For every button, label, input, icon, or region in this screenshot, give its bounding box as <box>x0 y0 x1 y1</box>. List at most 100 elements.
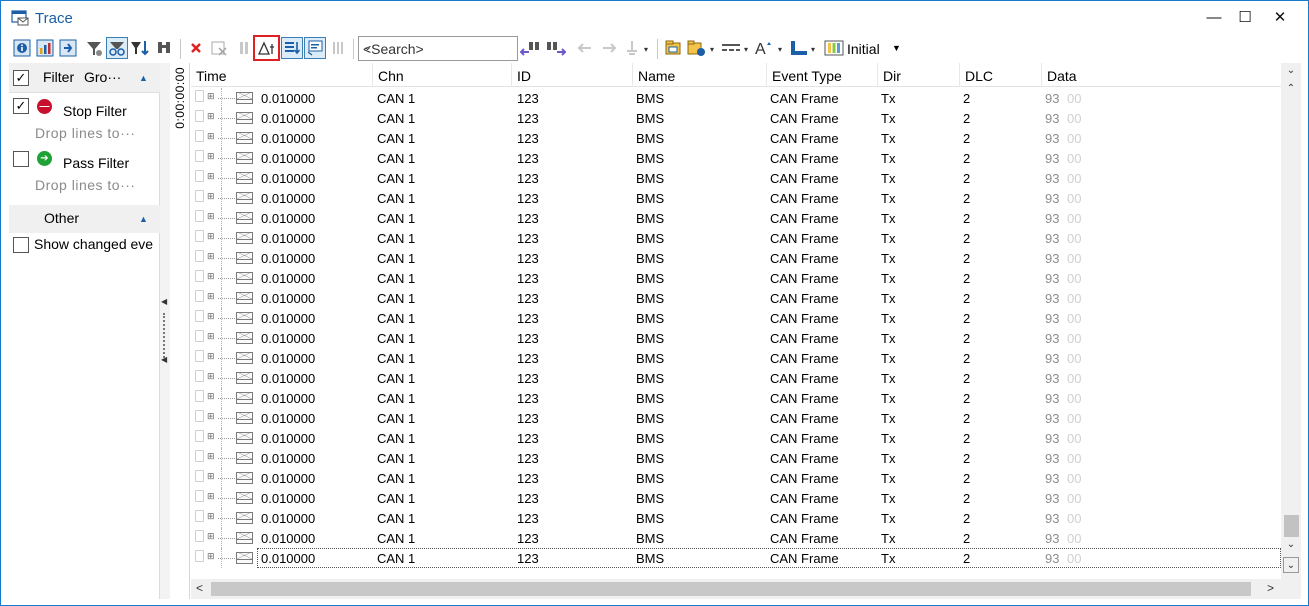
open-folder-icon[interactable] <box>686 37 708 59</box>
horizontal-scroll-thumb[interactable] <box>211 582 1251 596</box>
show-changed-checkbox[interactable] <box>13 237 29 253</box>
table-row[interactable]: ⊞ 0.010000 CAN 1 123 BMS CAN Frame Tx 2 93 00 <box>191 528 1281 548</box>
splitter-grip[interactable] <box>163 313 165 361</box>
stop-filter-label[interactable]: Stop Filter <box>63 103 127 119</box>
row-marker-icon[interactable] <box>195 270 204 282</box>
row-marker-icon[interactable] <box>195 390 204 402</box>
expand-icon[interactable]: ⊞ <box>207 531 215 542</box>
row-marker-icon[interactable] <box>195 130 204 142</box>
table-row[interactable]: ⊞ 0.010000 CAN 1 123 BMS CAN Frame Tx 2 93 00 <box>191 328 1281 348</box>
row-marker-icon[interactable] <box>195 90 204 102</box>
layout-dropdown-icon[interactable]: ▾ <box>811 45 815 54</box>
expand-icon[interactable]: ⊞ <box>207 471 215 482</box>
table-row[interactable]: ⊞ 0.010000 CAN 1 123 BMS CAN Frame Tx 2 93 00 <box>191 288 1281 308</box>
table-row[interactable]: ⊞ 0.010000 CAN 1 123 BMS CAN Frame Tx 2 93 00 <box>191 88 1281 108</box>
row-marker-icon[interactable] <box>195 350 204 362</box>
expand-icon[interactable]: ⊞ <box>207 451 215 462</box>
row-marker-icon[interactable] <box>195 250 204 262</box>
view-selector-label[interactable]: Initial <box>847 41 880 57</box>
table-row[interactable]: ⊞ 0.010000 CAN 1 123 BMS CAN Frame Tx 2 93 00 <box>191 248 1281 268</box>
pause-icon[interactable] <box>233 37 255 59</box>
detail-view-icon[interactable] <box>304 37 326 59</box>
row-marker-icon[interactable] <box>195 290 204 302</box>
row-marker-icon[interactable] <box>195 450 204 462</box>
vertical-scrollbar[interactable]: ⌄ ⌃ ⌄ ⌄ <box>1281 63 1301 579</box>
scroll-bottom-icon[interactable]: ⌄ <box>1283 557 1299 573</box>
filter-funnel-icon[interactable] <box>83 37 105 59</box>
folder-dropdown-icon[interactable]: ▾ <box>710 45 714 54</box>
arrow-left-icon[interactable] <box>574 37 596 59</box>
column-layout-icon[interactable] <box>328 37 350 59</box>
maximize-button[interactable]: ☐ <box>1228 1 1262 33</box>
separator-line-icon[interactable] <box>720 37 742 59</box>
row-marker-icon[interactable] <box>195 410 204 422</box>
font-dropdown-icon[interactable]: ▾ <box>778 45 782 54</box>
search-input[interactable]: <Search> ⌄ <box>358 36 518 61</box>
row-marker-icon[interactable] <box>195 470 204 482</box>
pass-filter-label[interactable]: Pass Filter <box>63 155 129 171</box>
row-marker-icon[interactable] <box>195 170 204 182</box>
color-columns-icon[interactable] <box>823 37 845 59</box>
chevron-down-icon[interactable]: ⌄ <box>363 40 513 53</box>
row-marker-icon[interactable] <box>195 430 204 442</box>
expand-icon[interactable]: ⊞ <box>207 311 215 322</box>
sort-filter-icon[interactable] <box>129 37 151 59</box>
expand-icon[interactable]: ⊞ <box>207 271 215 282</box>
expand-icon[interactable]: ⊞ <box>207 131 215 142</box>
panel-splitter[interactable]: ◀ ◀ <box>160 63 170 599</box>
delta-time-icon[interactable] <box>253 35 280 61</box>
binoculars-icon[interactable] <box>153 37 175 59</box>
scroll-up-icon[interactable]: ⌃ <box>1283 81 1299 97</box>
column-header-chn[interactable]: Chn <box>373 63 512 87</box>
table-row[interactable]: ⊞ 0.010000 CAN 1 123 BMS CAN Frame Tx 2 93 00 <box>191 208 1281 228</box>
row-marker-icon[interactable] <box>195 190 204 202</box>
filter-view-icon[interactable] <box>106 37 128 59</box>
expand-icon[interactable]: ⊞ <box>207 351 215 362</box>
column-header-dir[interactable]: Dir <box>878 63 960 87</box>
splitter-left-arrow-icon[interactable]: ◀ <box>161 297 167 306</box>
expand-icon[interactable]: ⊞ <box>207 111 215 122</box>
column-header-name[interactable]: Name <box>633 63 767 87</box>
table-row[interactable]: ⊞ 0.010000 CAN 1 123 BMS CAN Frame Tx 2 93 00 <box>191 368 1281 388</box>
import-icon[interactable] <box>57 37 79 59</box>
expand-icon[interactable]: ⊞ <box>207 511 215 522</box>
column-header-dlc[interactable]: DLC <box>960 63 1042 87</box>
expand-icon[interactable]: ⊞ <box>207 231 215 242</box>
collapse-up-icon[interactable]: ▲︎ <box>139 73 148 83</box>
table-row[interactable]: ⊞ 0.010000 CAN 1 123 BMS CAN Frame Tx 2 93 00 <box>191 188 1281 208</box>
filter-enable-checkbox[interactable]: ✓ <box>13 70 29 86</box>
scroll-left-icon[interactable]: < <box>196 581 203 595</box>
find-previous-icon[interactable] <box>520 37 542 59</box>
row-marker-icon[interactable] <box>195 330 204 342</box>
clear-icon[interactable] <box>185 37 207 59</box>
horizontal-scrollbar[interactable]: < > <box>191 579 1281 599</box>
close-button[interactable]: ✕ <box>1263 1 1297 33</box>
table-row[interactable]: ⊞ 0.010000 CAN 1 123 BMS CAN Frame Tx 2 93 00 <box>191 388 1281 408</box>
table-row[interactable]: ⊞ 0.010000 CAN 1 123 BMS CAN Frame Tx 2 93 00 <box>191 348 1281 368</box>
separator-dropdown-icon[interactable]: ▾ <box>744 45 748 54</box>
column-header-id[interactable]: ID <box>512 63 633 87</box>
column-header-data[interactable]: Data <box>1042 63 1281 87</box>
vertical-scroll-thumb[interactable] <box>1284 515 1299 537</box>
table-row[interactable]: ⊞ 0.010000 CAN 1 123 BMS CAN Frame Tx 2 93 00 <box>191 508 1281 528</box>
find-next-icon[interactable] <box>545 37 567 59</box>
row-marker-icon[interactable] <box>195 210 204 222</box>
show-changed-label[interactable]: Show changed eve <box>34 236 153 252</box>
expand-icon[interactable]: ⊞ <box>207 491 215 502</box>
table-row[interactable]: ⊞ 0.010000 CAN 1 123 BMS CAN Frame Tx 2 93 00 <box>191 488 1281 508</box>
table-row[interactable]: ⊞ 0.010000 CAN 1 123 BMS CAN Frame Tx 2 93 00 <box>191 168 1281 188</box>
arrow-right-icon[interactable] <box>598 37 620 59</box>
row-marker-icon[interactable] <box>195 110 204 122</box>
scroll-right-icon[interactable]: > <box>1267 581 1274 595</box>
table-row[interactable]: ⊞ 0.010000 CAN 1 123 BMS CAN Frame Tx 2 93 00 <box>191 128 1281 148</box>
marker-dropdown-icon[interactable]: ▾ <box>644 45 648 54</box>
expand-icon[interactable]: ⊞ <box>207 151 215 162</box>
table-row[interactable]: ⊞ 0.010000 CAN 1 123 BMS CAN Frame Tx 2 93 00 <box>191 268 1281 288</box>
layout-icon[interactable] <box>788 37 810 59</box>
row-marker-icon[interactable] <box>195 230 204 242</box>
row-marker-icon[interactable] <box>195 370 204 382</box>
table-row[interactable]: ⊞ 0.010000 CAN 1 123 BMS CAN Frame Tx 2 93 00 <box>191 428 1281 448</box>
marker-icon[interactable] <box>621 37 643 59</box>
expand-icon[interactable]: ⊞ <box>207 211 215 222</box>
row-marker-icon[interactable] <box>195 510 204 522</box>
